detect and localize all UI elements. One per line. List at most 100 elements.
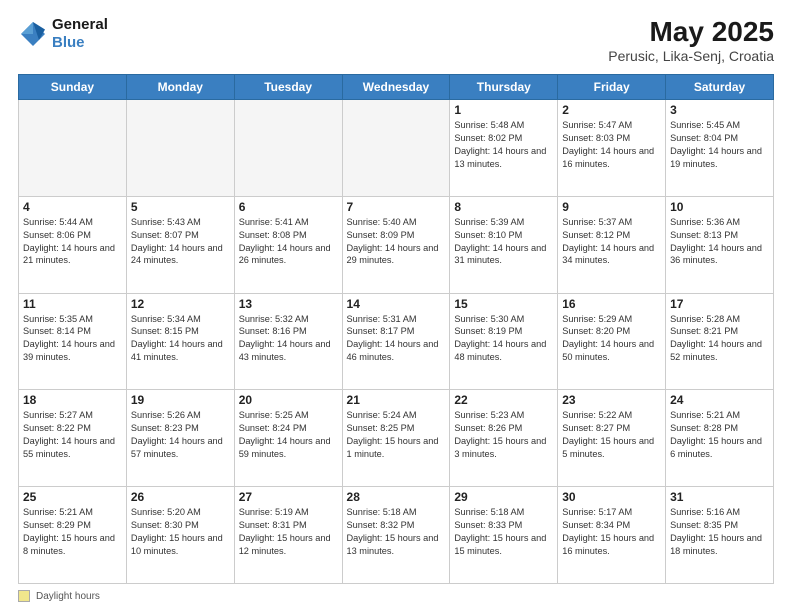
title-block: May 2025 Perusic, Lika-Senj, Croatia xyxy=(608,16,774,64)
col-friday: Friday xyxy=(558,75,666,100)
calendar-cell: 12 Sunrise: 5:34 AM Sunset: 8:15 PM Dayli… xyxy=(126,293,234,390)
day-info: Sunrise: 5:17 AM Sunset: 8:34 PM Dayligh… xyxy=(562,506,661,558)
day-info: Sunrise: 5:19 AM Sunset: 8:31 PM Dayligh… xyxy=(239,506,338,558)
calendar-header-row: Sunday Monday Tuesday Wednesday Thursday… xyxy=(19,75,774,100)
calendar-table: Sunday Monday Tuesday Wednesday Thursday… xyxy=(18,74,774,584)
footer-label: Daylight hours xyxy=(36,591,100,602)
day-info: Sunrise: 5:44 AM Sunset: 8:06 PM Dayligh… xyxy=(23,216,122,268)
day-number: 16 xyxy=(562,297,661,311)
day-info: Sunrise: 5:39 AM Sunset: 8:10 PM Dayligh… xyxy=(454,216,553,268)
calendar-week-4: 25 Sunrise: 5:21 AM Sunset: 8:29 PM Dayli… xyxy=(19,487,774,584)
calendar-cell: 3Sunrise: 5:45 AM Sunset: 8:04 PM Daylig… xyxy=(666,100,774,197)
calendar-cell: 15Sunrise: 5:30 AM Sunset: 8:19 PM Dayli… xyxy=(450,293,558,390)
day-number: 6 xyxy=(239,200,338,214)
day-number: 3 xyxy=(670,103,769,117)
calendar-cell: 6 Sunrise: 5:41 AM Sunset: 8:08 PM Daylig… xyxy=(234,196,342,293)
day-info: Sunrise: 5:21 AM Sunset: 8:29 PM Dayligh… xyxy=(23,506,122,558)
day-number: 22 xyxy=(454,393,553,407)
calendar-cell: 17 Sunrise: 5:28 AM Sunset: 8:21 PM Dayli… xyxy=(666,293,774,390)
calendar-cell: 20 Sunrise: 5:25 AM Sunset: 8:24 PM Dayli… xyxy=(234,390,342,487)
calendar-cell: 31 Sunrise: 5:16 AM Sunset: 8:35 PM Dayli… xyxy=(666,487,774,584)
day-info: Sunrise: 5:18 AM Sunset: 8:33 PM Dayligh… xyxy=(454,506,553,558)
calendar-cell: 29 Sunrise: 5:18 AM Sunset: 8:33 PM Dayli… xyxy=(450,487,558,584)
day-number: 24 xyxy=(670,393,769,407)
day-info: Sunrise: 5:29 AM Sunset: 8:20 PM Dayligh… xyxy=(562,313,661,365)
col-thursday: Thursday xyxy=(450,75,558,100)
day-number: 27 xyxy=(239,490,338,504)
col-wednesday: Wednesday xyxy=(342,75,450,100)
footer: Daylight hours xyxy=(18,590,774,602)
day-info: Sunrise: 5:24 AM Sunset: 8:25 PM Dayligh… xyxy=(347,409,446,461)
calendar-cell: 18 Sunrise: 5:27 AM Sunset: 8:22 PM Dayli… xyxy=(19,390,127,487)
calendar-cell: 10 Sunrise: 5:36 AM Sunset: 8:13 PM Dayli… xyxy=(666,196,774,293)
day-number: 11 xyxy=(23,297,122,311)
day-number: 7 xyxy=(347,200,446,214)
day-number: 28 xyxy=(347,490,446,504)
logo: General Blue xyxy=(18,16,108,52)
calendar-cell: 14Sunrise: 5:31 AM Sunset: 8:17 PM Dayli… xyxy=(342,293,450,390)
day-info: Sunrise: 5:34 AM Sunset: 8:15 PM Dayligh… xyxy=(131,313,230,365)
day-number: 31 xyxy=(670,490,769,504)
col-sunday: Sunday xyxy=(19,75,127,100)
day-info: Sunrise: 5:35 AM Sunset: 8:14 PM Dayligh… xyxy=(23,313,122,365)
day-info: Sunrise: 5:41 AM Sunset: 8:08 PM Dayligh… xyxy=(239,216,338,268)
calendar-cell: 16 Sunrise: 5:29 AM Sunset: 8:20 PM Dayli… xyxy=(558,293,666,390)
calendar-cell: 27 Sunrise: 5:19 AM Sunset: 8:31 PM Dayli… xyxy=(234,487,342,584)
daylight-indicator xyxy=(18,590,30,602)
day-info: Sunrise: 5:26 AM Sunset: 8:23 PM Dayligh… xyxy=(131,409,230,461)
day-number: 23 xyxy=(562,393,661,407)
day-info: Sunrise: 5:40 AM Sunset: 8:09 PM Dayligh… xyxy=(347,216,446,268)
day-info: Sunrise: 5:25 AM Sunset: 8:24 PM Dayligh… xyxy=(239,409,338,461)
calendar-cell xyxy=(19,100,127,197)
day-number: 8 xyxy=(454,200,553,214)
calendar-cell: 11 Sunrise: 5:35 AM Sunset: 8:14 PM Dayli… xyxy=(19,293,127,390)
calendar-cell: 24Sunrise: 5:21 AM Sunset: 8:28 PM Dayli… xyxy=(666,390,774,487)
day-number: 5 xyxy=(131,200,230,214)
day-number: 9 xyxy=(562,200,661,214)
calendar-cell: 4 Sunrise: 5:44 AM Sunset: 8:06 PM Daylig… xyxy=(19,196,127,293)
day-info: Sunrise: 5:36 AM Sunset: 8:13 PM Dayligh… xyxy=(670,216,769,268)
calendar-cell: 13Sunrise: 5:32 AM Sunset: 8:16 PM Dayli… xyxy=(234,293,342,390)
calendar-cell: 28 Sunrise: 5:18 AM Sunset: 8:32 PM Dayli… xyxy=(342,487,450,584)
day-info: Sunrise: 5:16 AM Sunset: 8:35 PM Dayligh… xyxy=(670,506,769,558)
day-info: Sunrise: 5:43 AM Sunset: 8:07 PM Dayligh… xyxy=(131,216,230,268)
day-number: 15 xyxy=(454,297,553,311)
calendar-week-0: 1 Sunrise: 5:48 AM Sunset: 8:02 PM Daylig… xyxy=(19,100,774,197)
calendar-week-2: 11 Sunrise: 5:35 AM Sunset: 8:14 PM Dayli… xyxy=(19,293,774,390)
calendar-cell: 2Sunrise: 5:47 AM Sunset: 8:03 PM Daylig… xyxy=(558,100,666,197)
calendar-cell: 7 Sunrise: 5:40 AM Sunset: 8:09 PM Daylig… xyxy=(342,196,450,293)
day-number: 30 xyxy=(562,490,661,504)
logo-icon xyxy=(18,19,48,49)
col-monday: Monday xyxy=(126,75,234,100)
day-number: 25 xyxy=(23,490,122,504)
calendar-week-3: 18 Sunrise: 5:27 AM Sunset: 8:22 PM Dayli… xyxy=(19,390,774,487)
day-number: 29 xyxy=(454,490,553,504)
day-number: 20 xyxy=(239,393,338,407)
day-number: 10 xyxy=(670,200,769,214)
calendar-cell xyxy=(126,100,234,197)
day-number: 12 xyxy=(131,297,230,311)
day-number: 1 xyxy=(454,103,553,117)
day-info: Sunrise: 5:47 AM Sunset: 8:03 PM Dayligh… xyxy=(562,119,661,171)
calendar-cell: 25 Sunrise: 5:21 AM Sunset: 8:29 PM Dayli… xyxy=(19,487,127,584)
day-info: Sunrise: 5:31 AM Sunset: 8:17 PM Dayligh… xyxy=(347,313,446,365)
day-number: 13 xyxy=(239,297,338,311)
day-info: Sunrise: 5:48 AM Sunset: 8:02 PM Dayligh… xyxy=(454,119,553,171)
page: General Blue May 2025 Perusic, Lika-Senj… xyxy=(0,0,792,612)
day-number: 21 xyxy=(347,393,446,407)
day-number: 17 xyxy=(670,297,769,311)
calendar-cell: 23 Sunrise: 5:22 AM Sunset: 8:27 PM Dayli… xyxy=(558,390,666,487)
col-tuesday: Tuesday xyxy=(234,75,342,100)
calendar-cell xyxy=(234,100,342,197)
calendar-cell: 5 Sunrise: 5:43 AM Sunset: 8:07 PM Daylig… xyxy=(126,196,234,293)
day-info: Sunrise: 5:28 AM Sunset: 8:21 PM Dayligh… xyxy=(670,313,769,365)
logo-text: General Blue xyxy=(52,16,108,52)
calendar-cell: 30 Sunrise: 5:17 AM Sunset: 8:34 PM Dayli… xyxy=(558,487,666,584)
header: General Blue May 2025 Perusic, Lika-Senj… xyxy=(18,16,774,64)
day-number: 18 xyxy=(23,393,122,407)
day-info: Sunrise: 5:37 AM Sunset: 8:12 PM Dayligh… xyxy=(562,216,661,268)
day-info: Sunrise: 5:27 AM Sunset: 8:22 PM Dayligh… xyxy=(23,409,122,461)
day-number: 4 xyxy=(23,200,122,214)
day-info: Sunrise: 5:18 AM Sunset: 8:32 PM Dayligh… xyxy=(347,506,446,558)
day-info: Sunrise: 5:22 AM Sunset: 8:27 PM Dayligh… xyxy=(562,409,661,461)
